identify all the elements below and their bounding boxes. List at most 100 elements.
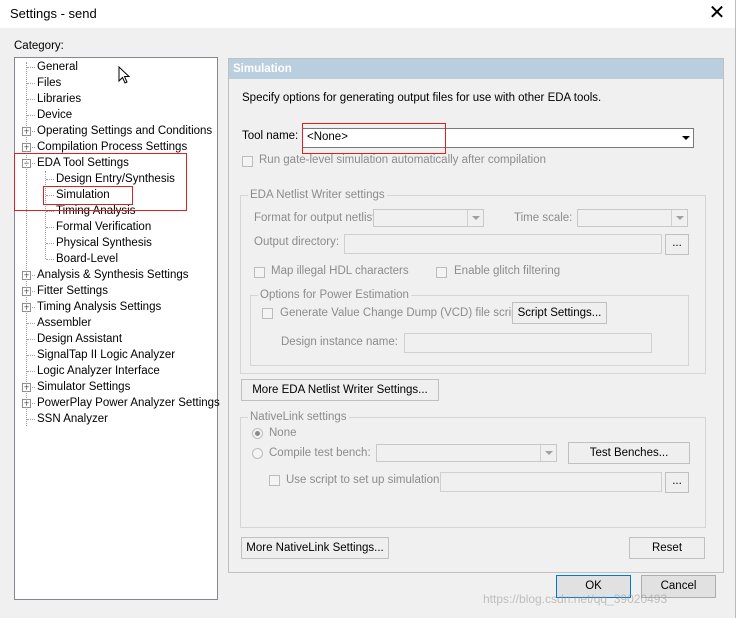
script-browse-button[interactable]: ... xyxy=(665,472,689,493)
tree-item-label: Assembler xyxy=(37,317,92,329)
tree-connector xyxy=(27,99,35,100)
tree-item[interactable]: Device xyxy=(37,107,72,123)
tree-item[interactable]: Physical Synthesis xyxy=(56,235,152,251)
output-dir-label: Output directory: xyxy=(254,236,340,248)
tree-item-label: Device xyxy=(37,109,73,121)
tree-item[interactable]: Analysis & Synthesis Settings xyxy=(37,267,189,283)
instance-name-label: Design instance name: xyxy=(281,336,398,348)
tree-item[interactable]: Board-Level xyxy=(56,251,118,267)
tree-item-label: SignalTap II Logic Analyzer xyxy=(37,349,176,361)
tree-item-label: SSN Analyzer xyxy=(37,413,108,425)
tree-item[interactable]: Libraries xyxy=(37,91,81,107)
time-scale-dropdown[interactable] xyxy=(577,209,688,227)
tree-item-label: PowerPlay Power Analyzer Settings xyxy=(37,397,220,409)
use-script-checkbox[interactable] xyxy=(269,475,280,486)
tree-connector xyxy=(27,355,35,356)
output-dir-browse-button[interactable]: ... xyxy=(665,234,689,255)
tree-item[interactable]: SSN Analyzer xyxy=(37,411,108,427)
vcd-checkbox[interactable] xyxy=(262,308,273,319)
tree-item-label: Files xyxy=(37,77,62,89)
tree-connector xyxy=(27,371,35,372)
close-icon[interactable]: ✕ xyxy=(704,1,730,25)
format-label: Format for output netlist: xyxy=(254,212,379,224)
test-bench-dropdown[interactable] xyxy=(376,444,557,462)
tree-connector xyxy=(46,243,54,244)
tree-item[interactable]: Files xyxy=(37,75,61,91)
tree-item[interactable]: Formal Verification xyxy=(56,219,151,235)
compile-tb-label: Compile test bench: xyxy=(269,447,371,459)
glitch-label: Enable glitch filtering xyxy=(454,265,561,277)
use-script-field[interactable] xyxy=(440,472,662,492)
tree-connector xyxy=(27,115,35,116)
tool-name-label: Tool name: xyxy=(242,130,299,142)
highlight-simulation xyxy=(43,186,133,205)
tree-item-label: Compilation Process Settings xyxy=(37,141,188,153)
tree-item-label: Board-Level xyxy=(56,253,119,265)
tree-connector xyxy=(46,259,54,260)
panel-header: Simulation xyxy=(229,59,723,79)
watermark: https://blog.csdn.net/qq_39020493 xyxy=(483,592,668,606)
chevron-down-icon xyxy=(540,445,556,461)
vcd-label: Generate Value Change Dump (VCD) file sc… xyxy=(280,307,521,319)
tree-connector xyxy=(27,339,35,340)
chevron-down-icon[interactable] xyxy=(678,129,693,147)
tree-item-label: General xyxy=(37,61,78,73)
map-illegal-checkbox[interactable] xyxy=(254,267,265,278)
tree-item[interactable]: SignalTap II Logic Analyzer xyxy=(37,347,175,363)
tree-item[interactable]: Fitter Settings xyxy=(37,283,108,299)
chevron-down-icon xyxy=(467,210,483,226)
tree-item[interactable]: PowerPlay Power Analyzer Settings xyxy=(37,395,220,411)
tree-item-label: Physical Synthesis xyxy=(56,237,152,249)
tree-item-label: Fitter Settings xyxy=(37,285,108,297)
tree-item-label: Design Assistant xyxy=(37,333,123,345)
more-nativelink-settings-button[interactable]: More NativeLink Settings... xyxy=(241,537,389,559)
category-tree[interactable]: General Files Libraries Device Operating Set… xyxy=(14,57,220,600)
nativelink-group-title: NativeLink settings xyxy=(248,411,349,423)
title-bar: Settings - send ✕ xyxy=(0,0,735,28)
none-radio[interactable] xyxy=(252,428,263,439)
tree-item[interactable]: General xyxy=(37,59,78,75)
tree-item[interactable]: Operating Settings and Conditions xyxy=(37,123,212,139)
tree-item[interactable]: Simulator Settings xyxy=(37,379,130,395)
time-scale-label: Time scale: xyxy=(514,212,573,224)
tree-connector xyxy=(27,419,35,420)
tree-item[interactable]: Assembler xyxy=(37,315,91,331)
tree-item[interactable]: Logic Analyzer Interface xyxy=(37,363,160,379)
settings-window: Settings - send ✕ Category: General Files… xyxy=(0,0,736,618)
script-settings-button[interactable]: Script Settings... xyxy=(512,302,607,324)
more-netlist-settings-button[interactable]: More EDA Netlist Writer Settings... xyxy=(241,379,439,401)
tree-guide xyxy=(26,62,27,426)
tree-item[interactable]: Timing Analysis Settings xyxy=(37,299,161,315)
tree-item-label: Simulator Settings xyxy=(37,381,131,393)
instance-name-field[interactable] xyxy=(404,333,652,353)
tree-connector xyxy=(46,227,54,228)
test-benches-button[interactable]: Test Benches... xyxy=(568,442,690,464)
tree-item[interactable]: Design Assistant xyxy=(37,331,122,347)
tree-connector xyxy=(27,67,35,68)
background-window-edge xyxy=(735,0,741,618)
tree-item-label: Timing Analysis Settings xyxy=(37,301,162,313)
reset-button[interactable]: Reset xyxy=(629,537,705,559)
tree-item-label: Libraries xyxy=(37,93,82,105)
panel-description: Specify options for generating output fi… xyxy=(242,92,602,104)
none-radio-label: None xyxy=(269,427,297,439)
output-dir-field[interactable] xyxy=(344,234,662,254)
run-gate-level-checkbox[interactable] xyxy=(242,156,253,167)
compile-tb-radio[interactable] xyxy=(252,448,263,459)
highlight-tool-name xyxy=(302,123,446,154)
run-gate-level-label: Run gate-level simulation automatically … xyxy=(259,154,547,166)
glitch-checkbox[interactable] xyxy=(436,267,447,278)
power-estimation-group xyxy=(250,295,689,366)
power-group-title: Options for Power Estimation xyxy=(258,289,411,301)
mouse-cursor-icon xyxy=(118,66,131,84)
simulation-panel: Simulation Specify options for generatin… xyxy=(228,58,724,573)
use-script-label: Use script to set up simulation: xyxy=(286,474,443,486)
chevron-down-icon xyxy=(671,210,687,226)
tree-connector xyxy=(46,211,54,212)
tree-connector xyxy=(27,323,35,324)
tree-connector xyxy=(27,83,35,84)
window-title: Settings - send xyxy=(10,6,97,21)
format-dropdown[interactable] xyxy=(373,209,484,227)
map-illegal-label: Map illegal HDL characters xyxy=(271,265,409,277)
category-label: Category: xyxy=(14,40,64,52)
